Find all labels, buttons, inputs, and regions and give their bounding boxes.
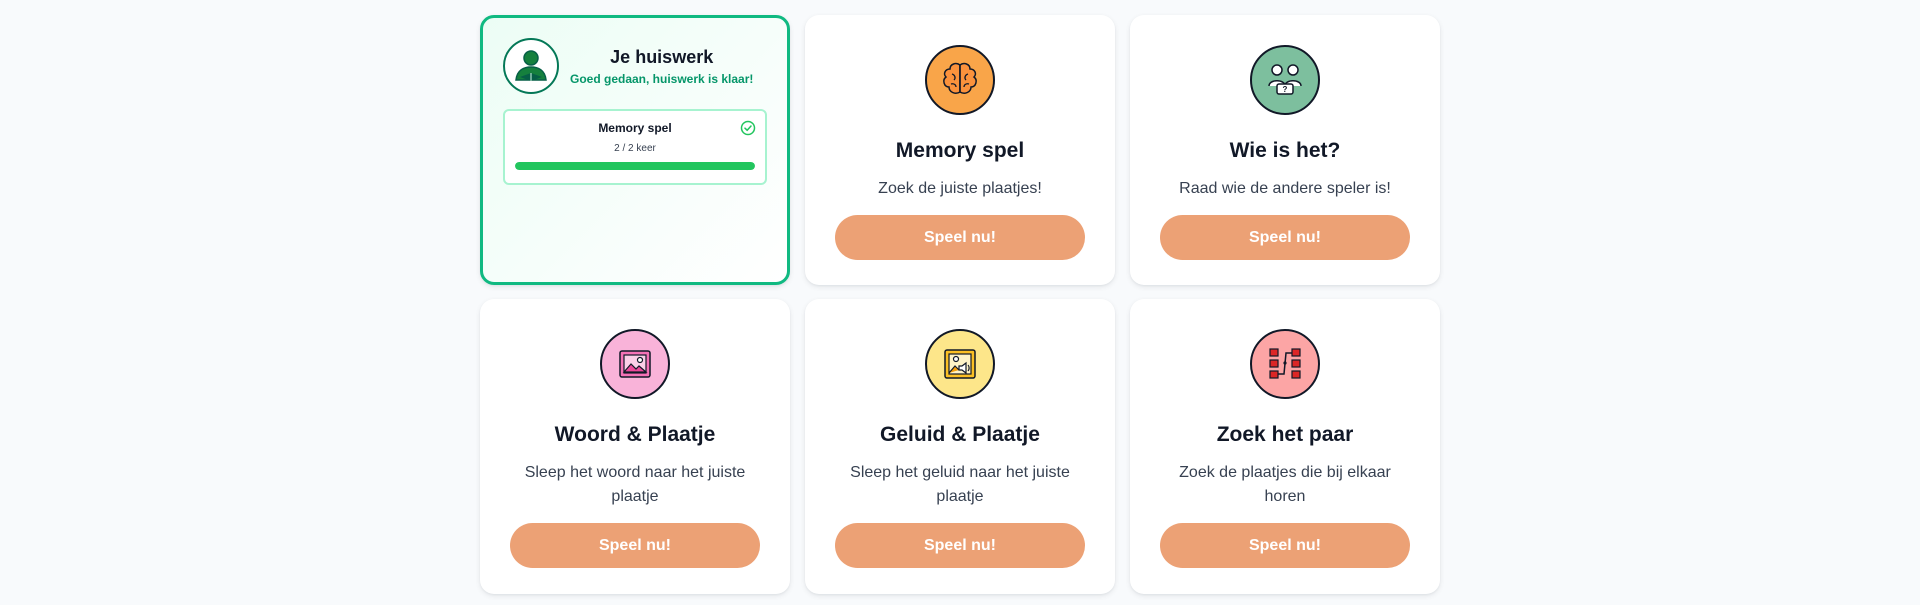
match-pairs-icon bbox=[1250, 329, 1320, 399]
sound-picture-icon bbox=[925, 329, 995, 399]
game-grid: Je huiswerk Goed gedaan, huiswerk is kla… bbox=[480, 15, 1440, 594]
game-title: Woord & Plaatje bbox=[554, 423, 716, 446]
check-circle-icon bbox=[740, 120, 756, 136]
student-icon bbox=[503, 38, 559, 94]
play-button-zoek-het-paar[interactable]: Speel nu! bbox=[1160, 523, 1410, 568]
game-title: Geluid & Plaatje bbox=[880, 423, 1040, 446]
homework-title: Je huiswerk bbox=[610, 47, 714, 67]
play-button-memory[interactable]: Speel nu! bbox=[835, 215, 1085, 260]
brain-icon bbox=[925, 45, 995, 115]
play-button-wie-is-het[interactable]: Speel nu! bbox=[1160, 215, 1410, 260]
play-button-woord-plaatje[interactable]: Speel nu! bbox=[510, 523, 760, 568]
homework-status: Goed gedaan, huiswerk is klaar! bbox=[570, 72, 754, 86]
homework-card: Je huiswerk Goed gedaan, huiswerk is kla… bbox=[480, 15, 790, 285]
homework-progress-fill bbox=[515, 162, 755, 170]
game-title: Wie is het? bbox=[1229, 139, 1341, 162]
homework-header: Je huiswerk Goed gedaan, huiswerk is kla… bbox=[503, 38, 767, 94]
game-description: Sleep het woord naar het juiste plaatje bbox=[524, 464, 746, 505]
people-guess-icon: ? bbox=[1250, 45, 1320, 115]
game-description: Raad wie de andere speler is! bbox=[1179, 180, 1391, 197]
picture-icon bbox=[600, 329, 670, 399]
svg-text:?: ? bbox=[1283, 85, 1288, 94]
game-description: Sleep het geluid naar het juiste plaatje bbox=[850, 464, 1070, 505]
game-card-geluid-plaatje: Geluid & Plaatje Sleep het geluid naar h… bbox=[805, 299, 1115, 594]
game-card-woord-plaatje: Woord & Plaatje Sleep het woord naar het… bbox=[480, 299, 790, 594]
game-card-zoek-het-paar: Zoek het paar Zoek de plaatjes die bij e… bbox=[1130, 299, 1440, 594]
game-description: Zoek de juiste plaatjes! bbox=[878, 180, 1042, 197]
game-card-memory: Memory spel Zoek de juiste plaatjes! Spe… bbox=[805, 15, 1115, 285]
homework-task-name: Memory spel bbox=[598, 121, 672, 135]
game-description: Zoek de plaatjes die bij elkaar horen bbox=[1179, 464, 1391, 505]
homework-progress-bar bbox=[515, 162, 755, 170]
play-button-geluid-plaatje[interactable]: Speel nu! bbox=[835, 523, 1085, 568]
game-card-wie-is-het: ? Wie is het? Raad wie de andere speler … bbox=[1130, 15, 1440, 285]
homework-task-count: 2 / 2 keer bbox=[614, 143, 656, 154]
game-title: Zoek het paar bbox=[1216, 423, 1354, 446]
game-title: Memory spel bbox=[895, 139, 1025, 162]
homework-task[interactable]: Memory spel 2 / 2 keer bbox=[503, 109, 767, 185]
